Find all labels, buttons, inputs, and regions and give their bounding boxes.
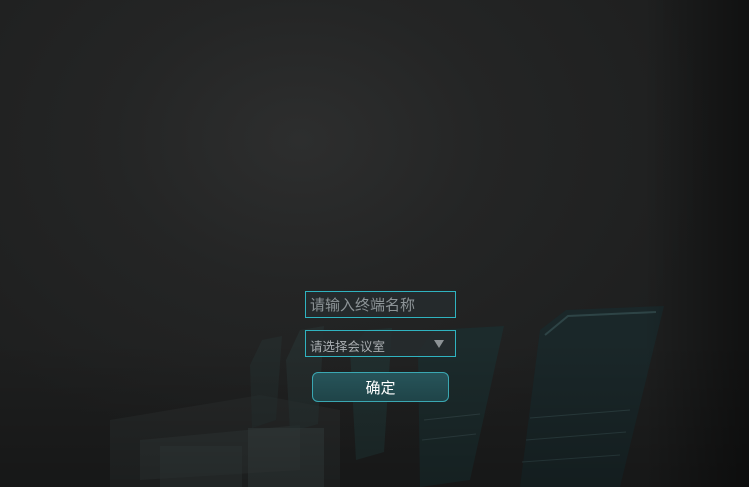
terminal-name-input[interactable] [305,291,456,318]
confirm-button[interactable]: 确定 [312,372,449,402]
conference-room-background [110,306,664,487]
chevron-down-icon [434,340,444,348]
meeting-room-select-label: 请选择会议室 [310,339,386,354]
login-screen: 请选择会议室 确定 [0,0,749,487]
meeting-room-select[interactable]: 请选择会议室 [305,330,456,357]
